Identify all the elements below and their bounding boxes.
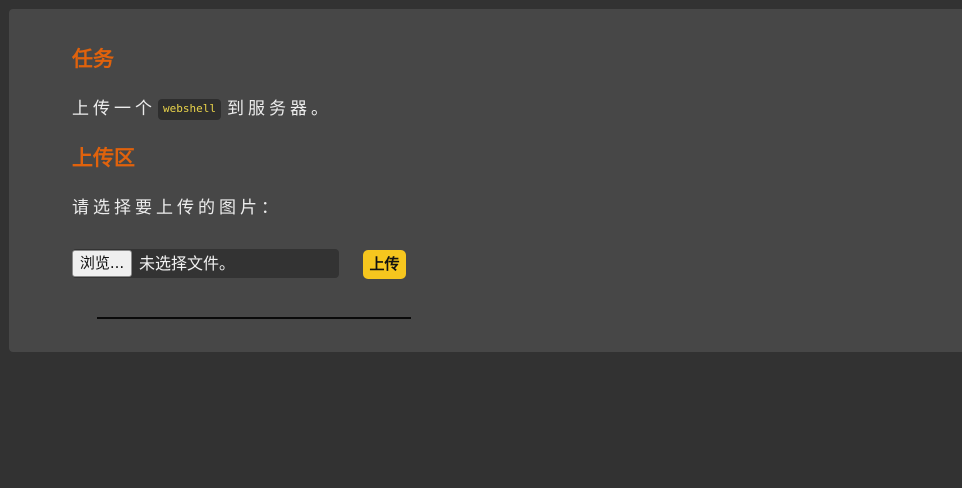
task-text-before: 上传一个	[72, 99, 156, 119]
task-heading: 任务	[72, 47, 114, 71]
browse-button[interactable]: 浏览...	[72, 250, 132, 277]
task-description: 上传一个 webshell 到服务器。	[72, 95, 332, 123]
file-status-text: 未选择文件。	[139, 254, 236, 273]
upload-heading: 上传区	[72, 146, 135, 170]
upload-submit-button[interactable]: 上传	[363, 250, 406, 279]
webshell-code: webshell	[158, 99, 221, 120]
main-panel: 任务 上传一个 webshell 到服务器。 上传区 请选择要上传的图片： 浏览..…	[9, 9, 962, 352]
file-input[interactable]: 浏览... 未选择文件。	[72, 249, 339, 278]
task-text-after: 到服务器。	[226, 99, 332, 119]
divider	[97, 317, 411, 319]
upload-prompt: 请选择要上传的图片：	[72, 198, 282, 218]
